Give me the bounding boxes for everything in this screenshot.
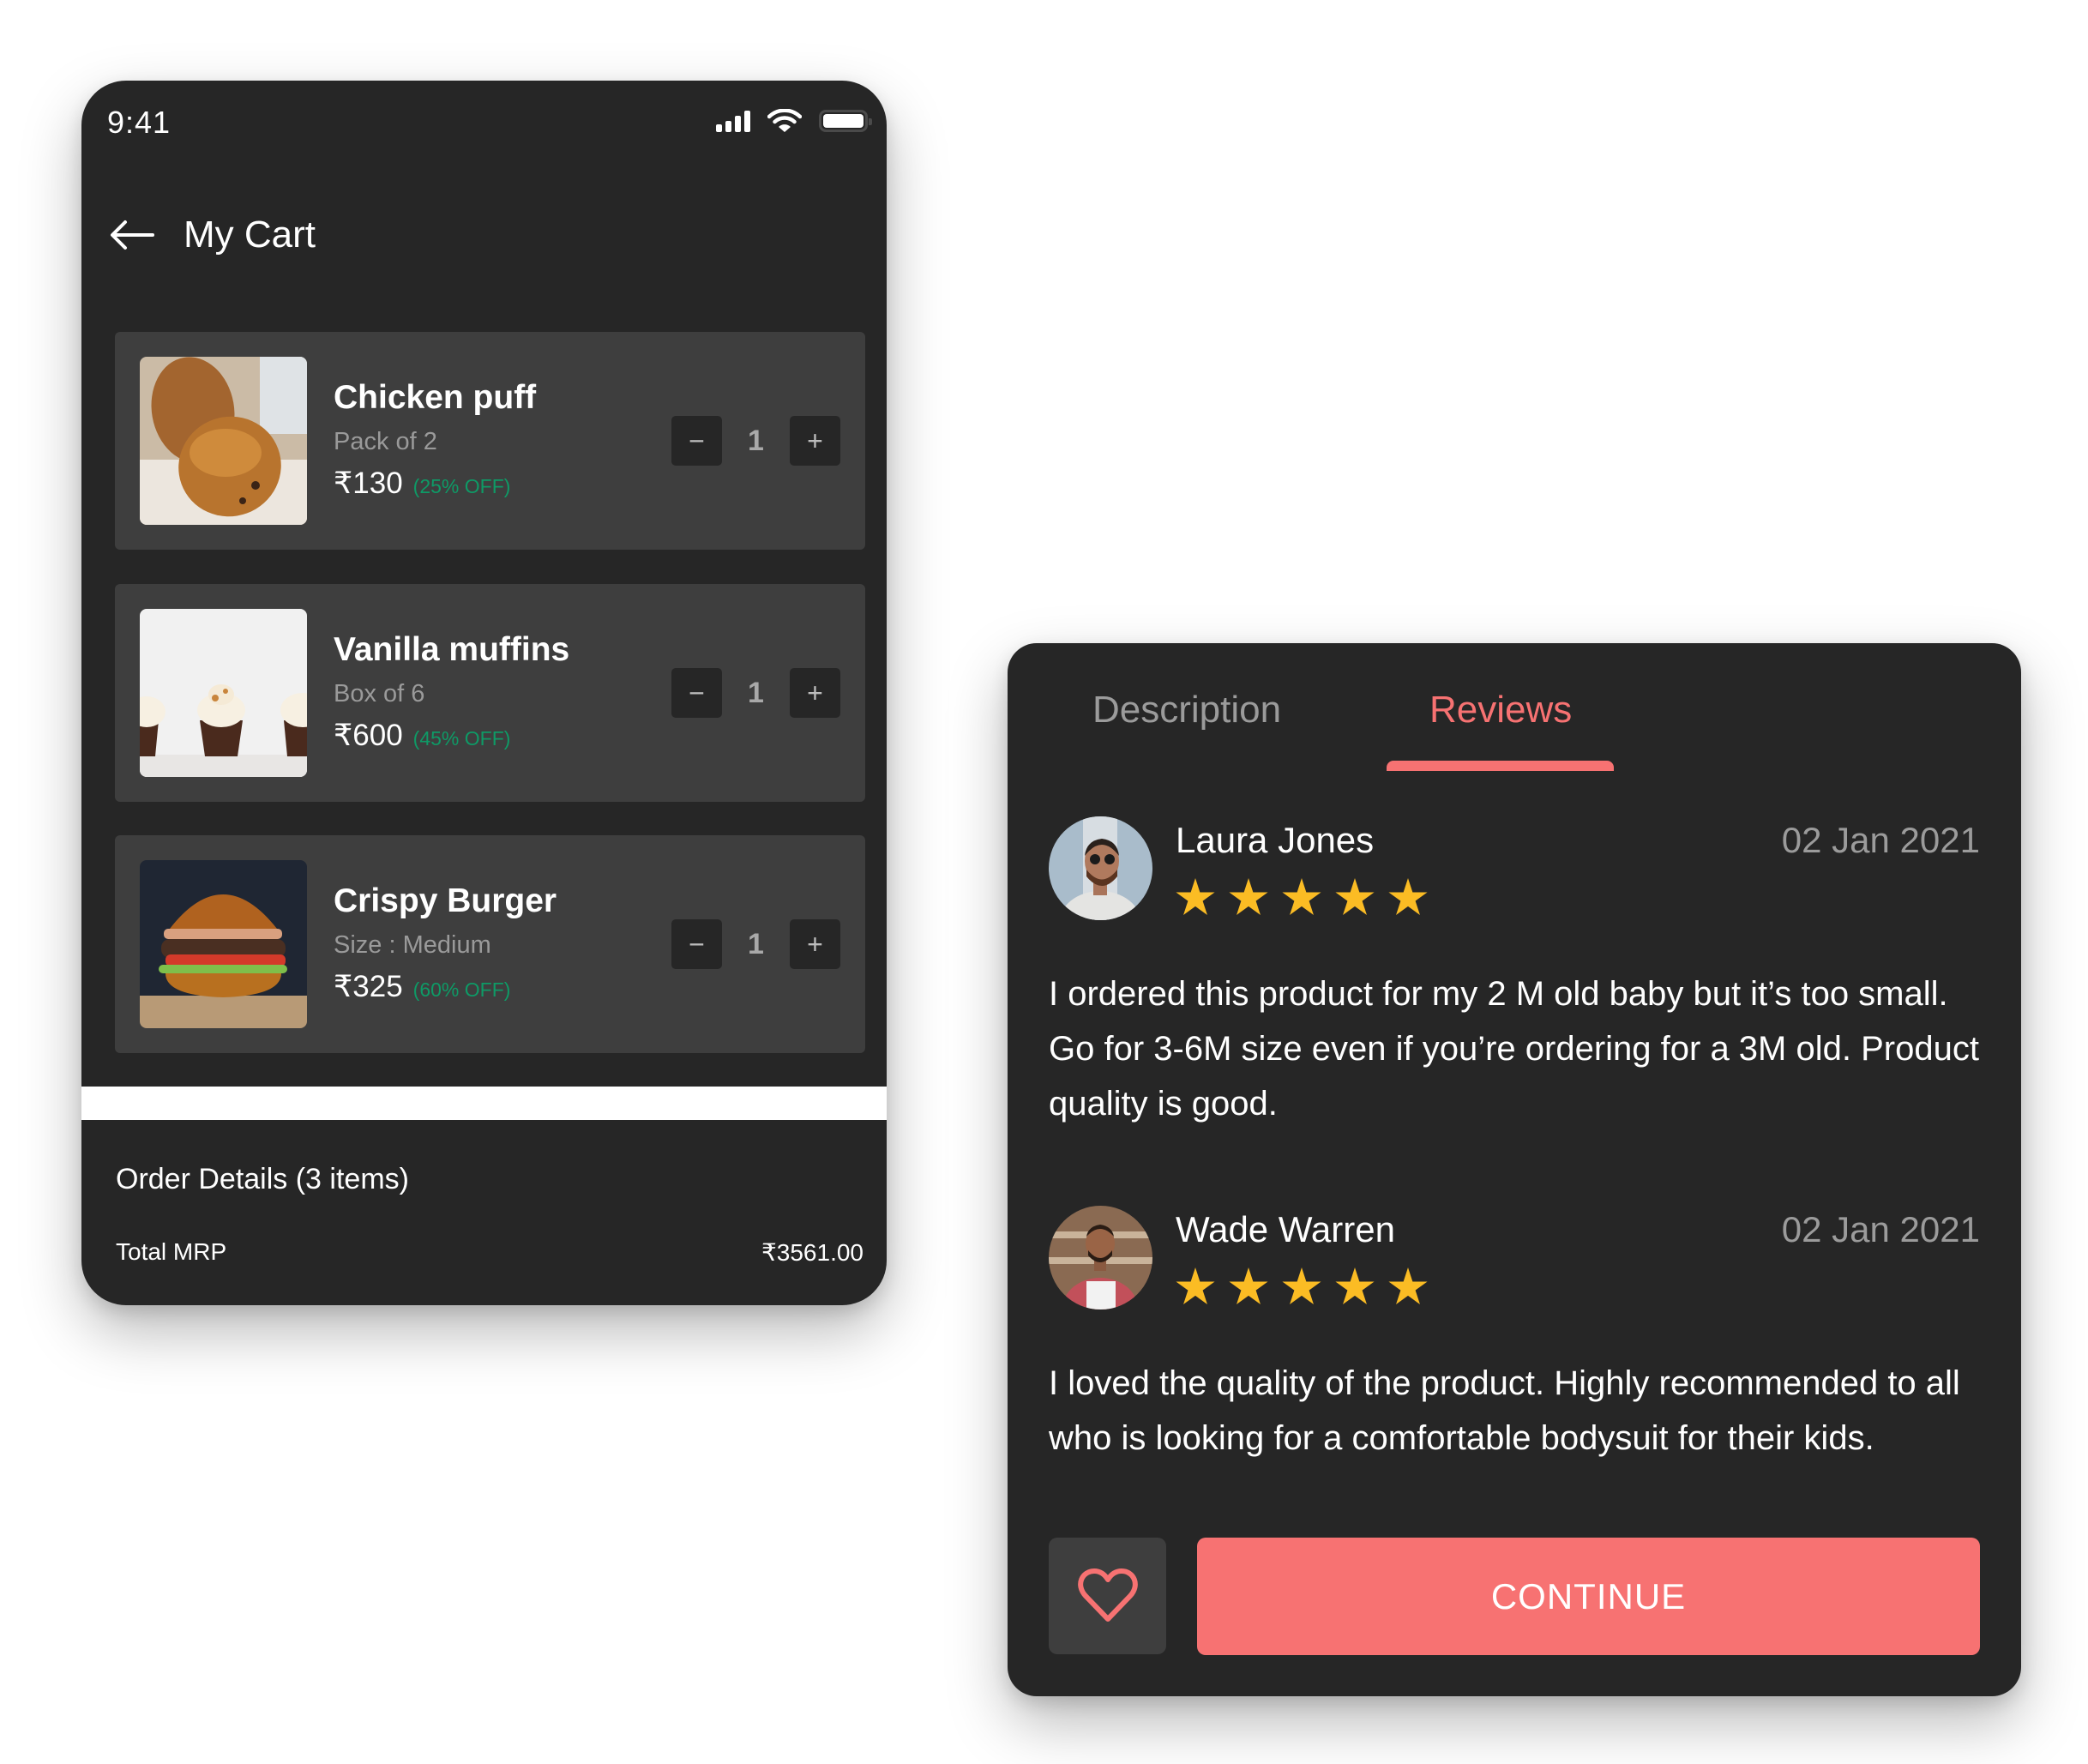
reviewer-name: Laura Jones	[1176, 820, 1375, 860]
review-text: I ordered this product for my 2 M old ba…	[1049, 975, 1979, 1123]
quantity-stepper: − 1 +	[671, 668, 840, 718]
item-price-row: ₹325 (60% OFF)	[334, 970, 510, 1004]
tab-description[interactable]: Description	[1092, 689, 1281, 731]
item-discount: (60% OFF)	[412, 978, 511, 1001]
total-mrp-value: ₹3561.00	[761, 1239, 863, 1266]
quantity-value: 1	[748, 676, 764, 709]
item-name: Vanilla muffins	[334, 631, 570, 668]
avatar	[1049, 1206, 1152, 1309]
reviewer-photo	[1049, 1206, 1152, 1309]
total-mrp-label: Total MRP	[116, 1238, 227, 1265]
review-date: 02 Jan 2021	[1781, 1209, 1980, 1249]
star-icon	[1176, 1267, 1215, 1305]
increase-quantity-button[interactable]: +	[790, 416, 840, 466]
product-reviews-panel: Description Reviews Laura Jones 02 Jan 2…	[1008, 643, 2021, 1696]
active-tab-indicator	[1387, 761, 1614, 771]
star-icon	[1335, 1267, 1375, 1305]
cart-item: Vanilla muffins Box of 6 ₹600 (45% OFF) …	[115, 584, 865, 802]
wifi-icon	[767, 109, 802, 132]
status-icons	[716, 108, 872, 134]
increase-quantity-button[interactable]: +	[790, 919, 840, 969]
product-image	[140, 609, 307, 777]
review-text: I loved the quality of the product. High…	[1049, 1364, 1960, 1457]
status-time: 9:41	[107, 105, 171, 140]
cart-item: Chicken puff Pack of 2 ₹130 (25% OFF) − …	[115, 332, 865, 550]
tab-reviews[interactable]: Reviews	[1429, 689, 1572, 731]
star-icon	[1282, 878, 1321, 916]
croissant-image	[140, 357, 307, 525]
star-icon	[1388, 878, 1428, 916]
reviewer-name: Wade Warren	[1176, 1209, 1395, 1249]
star-icon	[1229, 878, 1268, 916]
back-button[interactable]	[110, 218, 154, 252]
cart-item: Crispy Burger Size : Medium ₹325 (60% OF…	[115, 835, 865, 1053]
star-icon	[1388, 1267, 1428, 1305]
burger-image	[140, 860, 307, 1028]
item-name: Crispy Burger	[334, 882, 557, 919]
cupcakes-image	[140, 609, 307, 777]
section-divider	[81, 1087, 887, 1120]
star-icon	[1282, 1267, 1321, 1305]
avatar	[1049, 816, 1152, 920]
item-price: ₹325	[334, 970, 403, 1003]
item-discount: (45% OFF)	[412, 727, 511, 750]
favorite-button[interactable]	[1049, 1538, 1166, 1654]
quantity-stepper: − 1 +	[671, 919, 840, 969]
cart-phone-screen: 9:41 My Cart Chicken puff Pack of 2 ₹130…	[81, 81, 887, 1305]
continue-button[interactable]: CONTINUE	[1197, 1538, 1980, 1655]
decrease-quantity-button[interactable]: −	[671, 668, 722, 718]
quantity-value: 1	[748, 927, 764, 960]
item-price-row: ₹130 (25% OFF)	[334, 467, 510, 501]
review-date: 02 Jan 2021	[1781, 820, 1980, 860]
item-name: Chicken puff	[334, 379, 537, 416]
star-icon	[1176, 878, 1215, 916]
star-icon	[1229, 1267, 1268, 1305]
increase-quantity-button[interactable]: +	[790, 668, 840, 718]
decrease-quantity-button[interactable]: −	[671, 416, 722, 466]
decrease-quantity-button[interactable]: −	[671, 919, 722, 969]
item-price-row: ₹600 (45% OFF)	[334, 719, 510, 753]
item-subtitle: Pack of 2	[334, 428, 437, 455]
item-subtitle: Size : Medium	[334, 931, 491, 959]
page-title: My Cart	[184, 214, 316, 256]
item-discount: (25% OFF)	[412, 475, 511, 497]
item-price: ₹600	[334, 719, 403, 752]
quantity-stepper: − 1 +	[671, 416, 840, 466]
star-rating	[1176, 1267, 1428, 1305]
star-rating	[1176, 878, 1428, 916]
cart-header: My Cart	[110, 201, 316, 269]
product-image	[140, 860, 307, 1028]
reviewer-photo	[1049, 816, 1152, 920]
quantity-value: 1	[748, 424, 764, 457]
item-subtitle: Box of 6	[334, 680, 425, 707]
cellular-signal-icon	[716, 110, 750, 132]
battery-icon	[819, 110, 872, 132]
order-details-title: Order Details (3 items)	[116, 1163, 409, 1195]
heart-icon	[1077, 1568, 1138, 1622]
arrow-left-icon	[111, 220, 154, 250]
star-icon	[1335, 878, 1375, 916]
product-image	[140, 357, 307, 525]
item-price: ₹130	[334, 467, 403, 500]
